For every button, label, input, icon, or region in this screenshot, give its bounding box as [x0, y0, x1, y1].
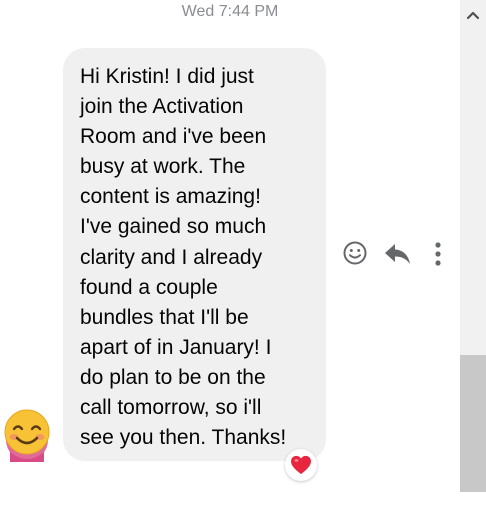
message-timestamp: Wed 7:44 PM [181, 3, 279, 20]
scroll-up-button[interactable] [460, 0, 486, 30]
smiley-icon[interactable] [342, 240, 368, 266]
scrollbar-thumb[interactable] [460, 355, 486, 492]
reply-icon[interactable] [384, 242, 412, 266]
sender-avatar[interactable] [2, 408, 52, 462]
message-bubble[interactable]: Hi Kristin! I did just join the Activati… [63, 48, 326, 461]
heart-reaction[interactable] [285, 449, 317, 481]
more-options-icon[interactable] [432, 240, 444, 268]
smiling-face-avatar-icon [4, 409, 50, 462]
heart-icon [291, 455, 311, 475]
vertical-scrollbar[interactable] [460, 0, 486, 492]
chevron-up-icon [466, 11, 480, 20]
